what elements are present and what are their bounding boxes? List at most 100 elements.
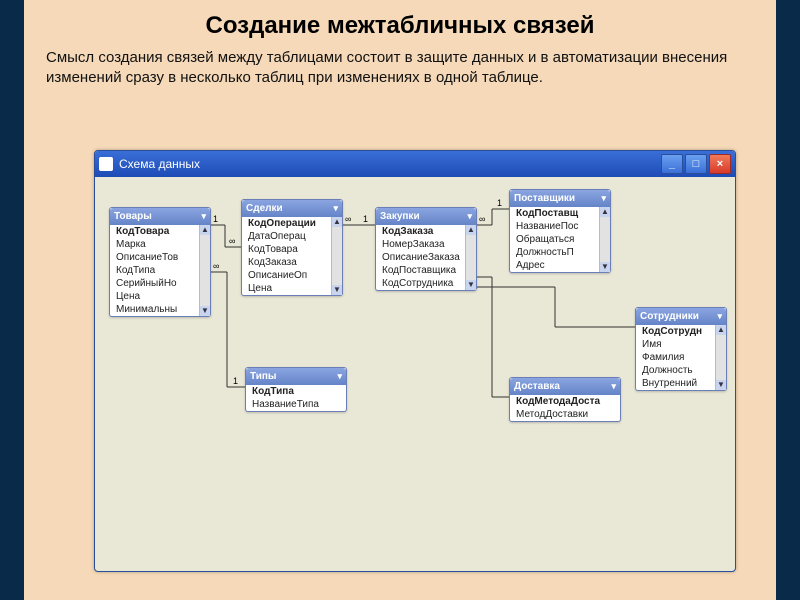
chevron-down-icon[interactable]: ▾ <box>717 311 722 322</box>
close-button[interactable]: × <box>709 154 731 174</box>
field[interactable]: ОписаниеТов <box>110 251 210 264</box>
field[interactable]: СерийныйНо <box>110 277 210 290</box>
maximize-button[interactable]: □ <box>685 154 707 174</box>
scroll-up-icon[interactable]: ▲ <box>332 217 342 227</box>
table-body: КодОперацииДатаОперацКодТовараКодЗаказаО… <box>242 217 342 295</box>
svg-text:∞: ∞ <box>229 236 235 246</box>
field[interactable]: ОписаниеЗаказа <box>376 251 476 264</box>
field[interactable]: КодТипа <box>110 264 210 277</box>
table-title: Сделки <box>246 203 283 214</box>
table-title: Сотрудники <box>640 311 699 322</box>
field-pk[interactable]: КодМетодаДоста <box>510 395 620 408</box>
app-icon <box>99 157 113 171</box>
chevron-down-icon[interactable]: ▾ <box>337 371 342 382</box>
table-tipy[interactable]: Типы ▾ КодТипаНазваниеТипа <box>245 367 347 412</box>
scroll-down-icon[interactable]: ▼ <box>200 306 210 316</box>
table-header[interactable]: Закупки ▾ <box>376 208 476 225</box>
svg-text:1: 1 <box>233 376 238 386</box>
field[interactable]: КодСотрудника <box>376 277 476 290</box>
chevron-down-icon[interactable]: ▾ <box>601 193 606 204</box>
field[interactable]: КодТовара <box>242 243 342 256</box>
table-header[interactable]: Сделки ▾ <box>242 200 342 217</box>
field-pk[interactable]: КодОперации <box>242 217 342 230</box>
table-sotrud[interactable]: Сотрудники ▾ КодСотруднИмяФамилияДолжность… <box>635 307 727 391</box>
field[interactable]: Цена <box>110 290 210 303</box>
svg-text:1: 1 <box>213 214 218 224</box>
table-body: КодСотруднИмяФамилияДолжностьВнутренний▲… <box>636 325 726 390</box>
chevron-down-icon[interactable]: ▾ <box>201 211 206 222</box>
field[interactable]: Должность <box>636 364 726 377</box>
table-sdelki[interactable]: Сделки ▾ КодОперацииДатаОперацКодТовараКод… <box>241 199 343 296</box>
svg-text:∞: ∞ <box>479 214 485 224</box>
table-body: КодТовараМаркаОписаниеТовКодТипаСерийный… <box>110 225 210 316</box>
svg-text:∞: ∞ <box>345 214 351 224</box>
scrollbar[interactable]: ▲▼ <box>199 225 210 316</box>
field[interactable]: ДатаОперац <box>242 230 342 243</box>
scroll-down-icon[interactable]: ▼ <box>332 285 342 295</box>
table-title: Поставщики <box>514 193 575 204</box>
scrollbar[interactable]: ▲▼ <box>465 225 476 290</box>
field[interactable]: Обращаться <box>510 233 610 246</box>
field[interactable]: НазваниеТипа <box>246 398 346 411</box>
table-tovary[interactable]: Товары ▾ КодТовараМаркаОписаниеТовКодТипаС… <box>109 207 211 317</box>
table-header[interactable]: Товары ▾ <box>110 208 210 225</box>
field[interactable]: НомерЗаказа <box>376 238 476 251</box>
field[interactable]: Цена <box>242 282 342 295</box>
scroll-up-icon[interactable]: ▲ <box>466 225 476 235</box>
table-header[interactable]: Типы ▾ <box>246 368 346 385</box>
window-title: Схема данных <box>119 157 200 171</box>
field-pk[interactable]: КодТипа <box>246 385 346 398</box>
field[interactable]: ДолжностьП <box>510 246 610 259</box>
table-dostavka[interactable]: Доставка▾КодМетодаДостаМетодДоставки <box>509 377 621 422</box>
table-body: КодМетодаДостаМетодДоставки <box>510 395 620 421</box>
field[interactable]: КодПоставщика <box>376 264 476 277</box>
field[interactable]: МетодДоставки <box>510 408 620 421</box>
schema-canvas[interactable]: 1∞∞1∞1∞1 Товары▾КодТовараМаркаОписаниеТо… <box>95 177 735 571</box>
field-pk[interactable]: КодЗаказа <box>376 225 476 238</box>
table-title: Типы <box>250 371 276 382</box>
scroll-down-icon[interactable]: ▼ <box>716 380 726 390</box>
table-body: КодПоставщНазваниеПосОбращатьсяДолжность… <box>510 207 610 272</box>
table-title: Товары <box>114 211 152 222</box>
slide-description: Смысл создания связей между таблицами со… <box>24 48 776 99</box>
window-titlebar[interactable]: Схема данных _ □ × <box>95 151 735 177</box>
scroll-down-icon[interactable]: ▼ <box>466 280 476 290</box>
table-title: Закупки <box>380 211 420 222</box>
table-header[interactable]: Доставка▾ <box>510 378 620 395</box>
chevron-down-icon[interactable]: ▾ <box>333 203 338 214</box>
minimize-button[interactable]: _ <box>661 154 683 174</box>
table-body: КодТипаНазваниеТипа <box>246 385 346 411</box>
field-pk[interactable]: КодТовара <box>110 225 210 238</box>
relations-window: Схема данных _ □ × 1 ∞ ∞ 1 ∞ 1 ∞ 1 Товары ▾ КодТо… <box>94 150 736 572</box>
table-header[interactable]: Сотрудники ▾ <box>636 308 726 325</box>
field[interactable]: Минимальны <box>110 303 210 316</box>
scrollbar[interactable]: ▲▼ <box>599 207 610 272</box>
field[interactable]: Фамилия <box>636 351 726 364</box>
svg-text:1: 1 <box>363 214 368 224</box>
table-postav[interactable]: Поставщики ▾ КодПоставщНазваниеПосОбращать… <box>509 189 611 273</box>
slide-title: Создание межтабличных связей <box>24 0 776 48</box>
field-pk[interactable]: КодПоставщ <box>510 207 610 220</box>
field[interactable]: Адрес <box>510 259 610 272</box>
field[interactable]: ОписаниеОп <box>242 269 342 282</box>
chevron-down-icon[interactable]: ▾ <box>611 381 616 392</box>
slide-background: Создание межтабличных связей Смысл созда… <box>24 0 776 600</box>
table-header[interactable]: Поставщики ▾ <box>510 190 610 207</box>
field[interactable]: Марка <box>110 238 210 251</box>
scrollbar[interactable]: ▲▼ <box>715 325 726 390</box>
field[interactable]: КодЗаказа <box>242 256 342 269</box>
svg-text:1: 1 <box>497 198 502 208</box>
table-zakupki[interactable]: Закупки ▾ КодЗаказаНомерЗаказаОписаниеЗака… <box>375 207 477 291</box>
svg-text:∞: ∞ <box>213 261 219 271</box>
chevron-down-icon[interactable]: ▾ <box>467 211 472 222</box>
scroll-down-icon[interactable]: ▼ <box>600 262 610 272</box>
field-pk[interactable]: КодСотрудн <box>636 325 726 338</box>
field[interactable]: Внутренний <box>636 377 726 390</box>
scroll-up-icon[interactable]: ▲ <box>600 207 610 217</box>
scroll-up-icon[interactable]: ▲ <box>200 225 210 235</box>
field[interactable]: НазваниеПос <box>510 220 610 233</box>
scrollbar[interactable]: ▲▼ <box>331 217 342 295</box>
field[interactable]: Имя <box>636 338 726 351</box>
scroll-up-icon[interactable]: ▲ <box>716 325 726 335</box>
table-body: КодЗаказаНомерЗаказаОписаниеЗаказаКодПос… <box>376 225 476 290</box>
